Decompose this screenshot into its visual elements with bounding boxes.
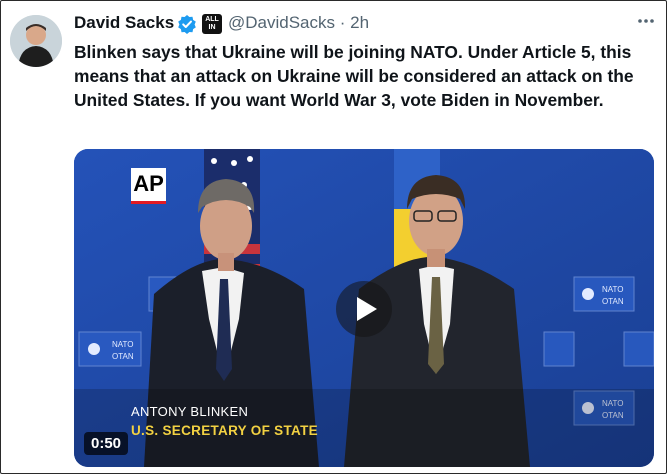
play-icon[interactable] — [336, 281, 392, 337]
more-options-icon[interactable] — [637, 11, 655, 29]
nato-panel-text: NATO — [112, 340, 133, 349]
affiliate-badge[interactable]: ALL IN — [202, 14, 222, 34]
author-avatar[interactable] — [10, 15, 62, 67]
nato-panel-text: NATO — [602, 285, 623, 294]
video-duration: 0:50 — [84, 432, 129, 455]
author-name[interactable]: David Sacks — [74, 13, 174, 33]
ap-logo: AP — [131, 168, 166, 204]
video-player[interactable]: NATO OTAN NATO OTAN NATO OTAN NATO OTAN — [74, 149, 654, 467]
nato-panel-text: OTAN — [602, 297, 624, 306]
tweet-card[interactable]: David Sacks ALL IN @DavidSacks · 2h Blink… — [0, 0, 667, 474]
verified-badge-icon — [177, 14, 197, 39]
tweet-text: Blinken says that Ukraine will be joinin… — [74, 42, 634, 110]
video-caption-title: U.S. SECRETARY OF STATE — [131, 423, 318, 438]
video-caption-name: ANTONY BLINKEN — [131, 404, 249, 419]
post-time[interactable]: · 2h — [340, 13, 369, 32]
nato-panel-text: OTAN — [112, 352, 134, 361]
author-handle[interactable]: @DavidSacks — [228, 13, 335, 32]
author-handle-and-time[interactable]: @DavidSacks · 2h — [228, 13, 369, 33]
